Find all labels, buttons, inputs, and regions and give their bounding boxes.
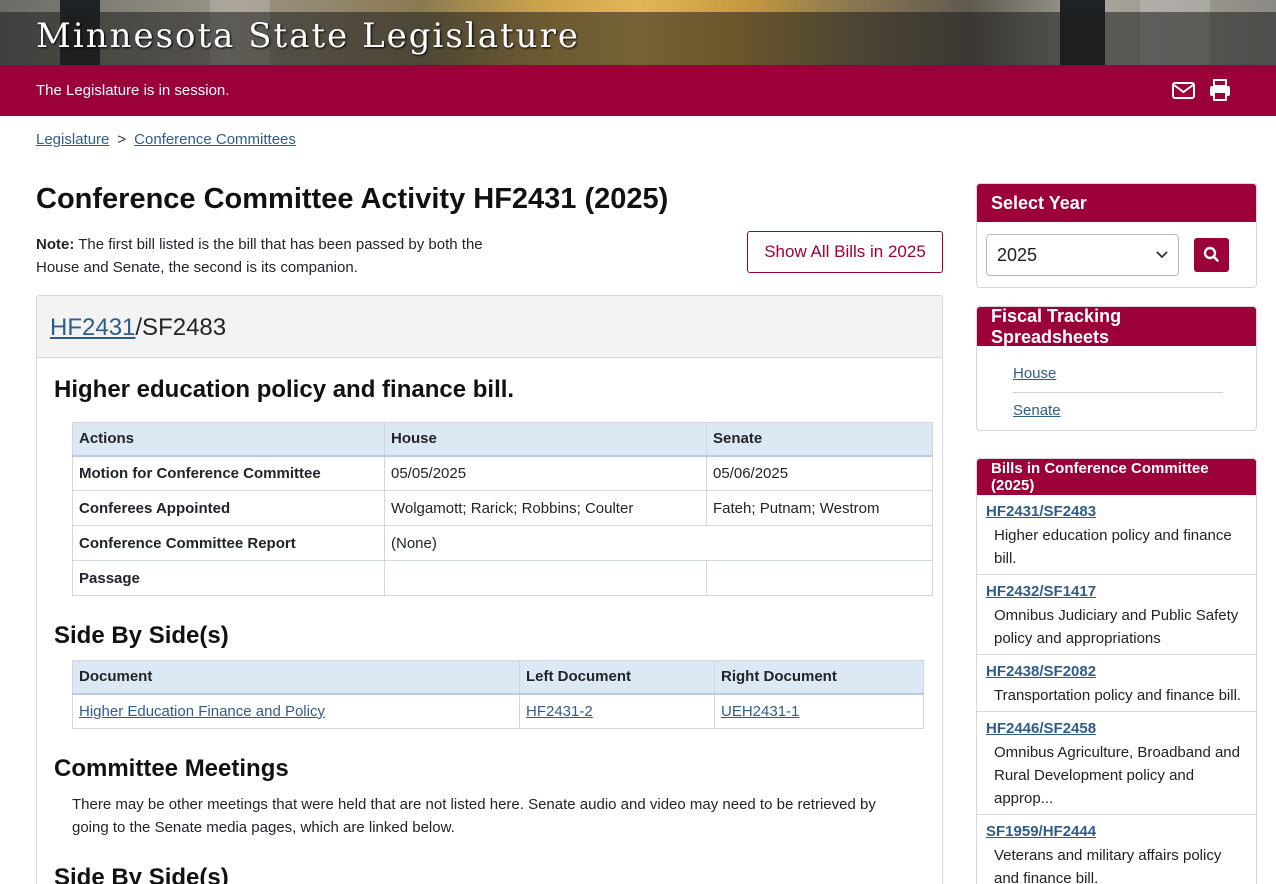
document-link[interactable]: Higher Education Finance and Policy	[79, 703, 325, 720]
bill-card: HF2431/SF2483 Higher education policy an…	[36, 295, 943, 884]
page-title: Conference Committee Activity HF2431 (20…	[36, 183, 669, 215]
table-cell	[706, 560, 933, 596]
envelope-icon[interactable]	[1171, 78, 1197, 102]
table-header: Document	[72, 660, 520, 695]
table-cell: Passage	[72, 560, 385, 596]
list-item: HF2446/SF2458 Omnibus Agriculture, Broad…	[977, 712, 1256, 815]
bill-summary: Omnibus Agriculture, Broadband and Rural…	[994, 744, 1240, 807]
bill-link[interactable]: HF2438/SF2082	[986, 663, 1247, 684]
table-row: Motion for Conference Committee 05/05/20…	[72, 455, 933, 491]
table-header: Senate	[706, 422, 933, 457]
table-cell: Wolgamott; Rarick; Robbins; Coulter	[384, 490, 707, 526]
year-select-value: 2025	[997, 244, 1038, 265]
bills-in-conference-panel: Bills in Conference Committee (2025) HF2…	[976, 458, 1257, 884]
table-cell: Conference Committee Report	[72, 525, 385, 561]
table-header: House	[384, 422, 707, 457]
list-item: HF2438/SF2082 Transportation policy and …	[977, 655, 1256, 712]
table-header: Right Document	[714, 660, 924, 695]
table-cell: HF2431-2	[519, 693, 715, 729]
breadcrumb: Legislature > Conference Committees	[36, 131, 296, 148]
note: Note: The first bill listed is the bill …	[36, 233, 486, 279]
table-cell: Fateh; Putnam; Westrom	[706, 490, 933, 526]
note-label: Note:	[36, 236, 75, 253]
table-header: Left Document	[519, 660, 715, 695]
bill-summary: Transportation policy and finance bill.	[994, 687, 1242, 704]
table-cell: (None)	[384, 525, 933, 561]
bill-link[interactable]: HF2446/SF2458	[986, 720, 1247, 741]
table-cell: Higher Education Finance and Policy	[72, 693, 520, 729]
right-document-link[interactable]: UEH2431-1	[721, 703, 799, 720]
list-item: HF2432/SF1417 Omnibus Judiciary and Publ…	[977, 575, 1256, 655]
committee-meetings-heading: Committee Meetings	[54, 755, 289, 782]
table-cell: 05/05/2025	[384, 455, 707, 491]
list-item: Senate	[1013, 393, 1223, 424]
list-item: SF1959/HF2444 Veterans and military affa…	[977, 815, 1256, 884]
chevron-down-icon	[1156, 251, 1168, 259]
header-banner: Minnesota State Legislature	[0, 0, 1276, 65]
table-cell: UEH2431-1	[714, 693, 924, 729]
companion-bill: /SF2483	[135, 314, 227, 341]
select-year-panel: Select Year 2025	[976, 183, 1257, 288]
table-cell: 05/06/2025	[706, 455, 933, 491]
side-by-side-heading: Side By Side(s)	[54, 622, 229, 649]
fiscal-tracking-panel: Fiscal Tracking Spreadsheets House Senat…	[976, 306, 1257, 431]
table-cell: Motion for Conference Committee	[72, 455, 385, 491]
actions-table: Actions House Senate Motion for Conferen…	[72, 422, 933, 596]
bill-link[interactable]: SF1959/HF2444	[986, 823, 1247, 844]
bill-card-header: HF2431/SF2483	[37, 296, 942, 358]
year-search-button[interactable]	[1194, 238, 1229, 272]
bill-link[interactable]: HF2432/SF1417	[986, 583, 1247, 604]
committee-meetings-text: There may be other meetings that were he…	[72, 796, 876, 836]
bill-summary: Omnibus Judiciary and Public Safety poli…	[994, 607, 1239, 647]
site-title[interactable]: Minnesota State Legislature	[36, 16, 580, 56]
table-row: Higher Education Finance and Policy HF24…	[72, 693, 924, 729]
list-item: HF2431/SF2483 Higher education policy an…	[977, 495, 1256, 575]
table-row: Passage	[72, 560, 933, 596]
list-item: House	[1013, 362, 1223, 393]
status-bar: The Legislature is in session.	[0, 65, 1276, 116]
bill-summary: Veterans and military affairs policy and…	[994, 847, 1222, 884]
table-row: Conferees Appointed Wolgamott; Rarick; R…	[72, 490, 933, 526]
bill-link[interactable]: HF2431/SF2483	[986, 503, 1247, 524]
note-text: The first bill listed is the bill that h…	[36, 236, 483, 276]
fiscal-senate-link[interactable]: Senate	[1013, 402, 1061, 419]
breadcrumb-separator: >	[117, 131, 127, 148]
breadcrumb-legislature[interactable]: Legislature	[36, 131, 109, 148]
side-by-side-heading-2: Side By Side(s)	[54, 864, 229, 884]
bills-in-conference-title: Bills in Conference Committee (2025)	[977, 459, 1256, 495]
select-year-title: Select Year	[977, 184, 1256, 222]
printer-icon[interactable]	[1207, 78, 1233, 102]
breadcrumb-conference-committees[interactable]: Conference Committees	[134, 131, 296, 148]
table-cell: Conferees Appointed	[72, 490, 385, 526]
fiscal-house-link[interactable]: House	[1013, 365, 1056, 382]
bill-summary: Higher education policy and finance bill…	[994, 527, 1232, 567]
left-document-link[interactable]: HF2431-2	[526, 703, 593, 720]
primary-bill-link[interactable]: HF2431	[50, 314, 135, 341]
table-cell	[384, 560, 707, 596]
fiscal-tracking-title: Fiscal Tracking Spreadsheets	[977, 307, 1256, 347]
year-select[interactable]: 2025	[986, 234, 1179, 276]
table-row: Conference Committee Report (None)	[72, 525, 933, 561]
bill-description: Higher education policy and finance bill…	[54, 376, 515, 403]
table-header: Actions	[72, 422, 385, 457]
session-status: The Legislature is in session.	[36, 82, 230, 99]
side-by-side-table: Document Left Document Right Document Hi…	[72, 660, 924, 729]
fiscal-links: House Senate	[1013, 362, 1223, 424]
search-icon	[1203, 246, 1219, 262]
show-all-bills-button[interactable]: Show All Bills in 2025	[747, 231, 943, 273]
